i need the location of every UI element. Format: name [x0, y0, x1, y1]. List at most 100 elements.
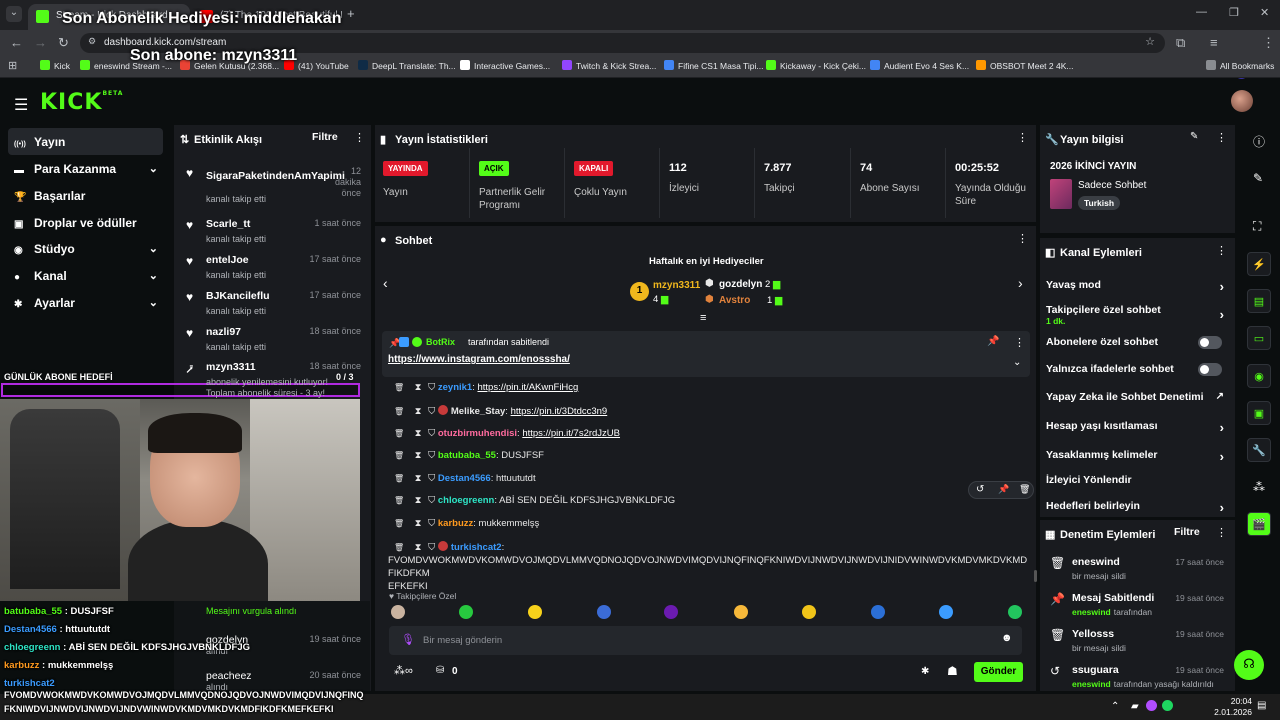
pinned-link[interactable]: https://www.instagram.com/enosssha/	[388, 354, 570, 365]
stream-info-more-icon[interactable]: ⋮	[1216, 131, 1227, 144]
stream-tag[interactable]: Turkish	[1078, 196, 1121, 210]
channel-action[interactable]: Yapay Zeka ile Sohbet Denetimi ↗	[1046, 391, 1232, 413]
stats-more-icon[interactable]: ⋮	[1017, 131, 1028, 144]
emoji-icon[interactable]: ☻	[1001, 632, 1013, 644]
back-icon[interactable]: ←	[10, 35, 23, 50]
activity-username[interactable]: SigaraPaketindenAmYapimi	[206, 170, 345, 182]
sidebar-item-3[interactable]: ▣ Droplar ve ödüller	[14, 216, 164, 238]
pinned-by-user[interactable]: BotRix	[426, 337, 455, 347]
chat-link[interactable]: https://pin.it/7s2rdJzUB	[522, 428, 620, 439]
delete-message-icon[interactable]: 🗑	[394, 429, 404, 438]
chat-input[interactable]: 🎙 Bir mesaj gönderin ☻	[389, 626, 1022, 655]
bookmark-0[interactable]: Kick	[40, 60, 70, 71]
quick-action-doc-button[interactable]: ▤	[1247, 289, 1271, 313]
channel-actions-more-icon[interactable]: ⋮	[1216, 244, 1227, 257]
tab-search-icon[interactable]: ⌄	[6, 6, 22, 22]
timeout-hourglass-icon[interactable]: ⧗	[412, 382, 424, 393]
delete-message-icon[interactable]: 🗑	[394, 474, 404, 483]
gifter-1-name[interactable]: mzyn3311	[653, 280, 700, 291]
moderator-name[interactable]: eneswind	[1072, 679, 1111, 689]
extensions-icon[interactable]: ⧉	[1176, 35, 1185, 51]
restore-icon[interactable]: ❐	[1229, 6, 1239, 19]
quick-action-video-button[interactable]: 🎬	[1247, 512, 1271, 536]
toggle-switch[interactable]	[1198, 336, 1222, 349]
mic-icon[interactable]: 🎙	[401, 633, 415, 646]
chat-username[interactable]: batubaba_55	[438, 450, 496, 461]
quick-action-bolt-button[interactable]: ⚡	[1247, 252, 1271, 276]
activity-username[interactable]: Scarle_tt	[206, 218, 250, 230]
bookmark-5[interactable]: Interactive Games...	[460, 60, 550, 71]
moderation-title[interactable]: eneswind	[1072, 556, 1120, 568]
support-chat-button[interactable]: ☊	[1234, 650, 1264, 680]
timeout-icon[interactable]: ↺	[976, 484, 984, 495]
chat-link[interactable]: https://pin.it/AKwnFiHcg	[477, 382, 578, 393]
sidebar-item-6[interactable]: ✱ Ayarlar ⌄	[14, 296, 164, 318]
emote-icon[interactable]	[528, 605, 542, 619]
emote-icon[interactable]	[597, 605, 611, 619]
bookmark-7[interactable]: Fifine CS1 Masa Tipi...	[664, 60, 764, 71]
bookmark-4[interactable]: DeepL Translate: Th...	[358, 60, 456, 71]
timeout-hourglass-icon[interactable]: ⧗	[412, 542, 424, 553]
all-bookmarks-button[interactable]: All Bookmarks	[1206, 60, 1274, 71]
extensions-dots-icon[interactable]: ⁂	[1253, 480, 1265, 494]
forward-icon[interactable]: →	[34, 35, 47, 50]
sidebar-item-1[interactable]: ▬ Para Kazanma ⌄	[14, 162, 164, 184]
emote-icon[interactable]	[802, 605, 816, 619]
emote-icon[interactable]	[939, 605, 953, 619]
browser-menu-icon[interactable]: ⋮	[1262, 35, 1275, 51]
channel-action[interactable]: Takipçilere özel sohbet 1 dk. ›	[1046, 304, 1232, 326]
kick-logo[interactable]: KICKBETA	[40, 90, 123, 115]
channel-action[interactable]: Hesap yaşı kısıtlaması ›	[1046, 420, 1232, 442]
activity-username[interactable]: entelJoe	[206, 254, 249, 266]
channel-action[interactable]: Yasaklanmış kelimeler ›	[1046, 449, 1232, 471]
minimize-icon[interactable]: —	[1196, 6, 1207, 18]
quick-action-broadcast-button[interactable]: ◉	[1247, 364, 1271, 388]
chat-username[interactable]: Destan4566	[438, 473, 491, 484]
pin-message-icon[interactable]: 📌	[998, 484, 1009, 495]
channel-action[interactable]: Yalnızca ifadelerle sohbet	[1046, 363, 1232, 385]
stream-category[interactable]: Sadece Sohbet	[1078, 180, 1146, 191]
chat-link[interactable]: https://pin.it/3Dtdcc3n9	[511, 406, 608, 417]
edit-stream-icon[interactable]: ✎	[1190, 131, 1198, 142]
tray-folder-icon[interactable]: ▰	[1131, 701, 1139, 712]
moderation-more-icon[interactable]: ⋮	[1216, 526, 1227, 539]
chat-game-icon[interactable]: ☗	[947, 664, 958, 678]
pencil-icon[interactable]: ✎	[1253, 171, 1263, 185]
delete-message-icon[interactable]: 🗑	[394, 519, 404, 528]
reading-list-icon[interactable]: ≡	[1210, 35, 1218, 50]
spotify-icon[interactable]	[1162, 700, 1173, 711]
bookmark-8[interactable]: Kickaway - Kick Çeki...	[766, 60, 866, 71]
bookmark-6[interactable]: Twitch & Kick Strea...	[562, 60, 656, 71]
tray-app-icon[interactable]	[1146, 700, 1157, 711]
moderator-name[interactable]: eneswind	[1072, 607, 1111, 617]
chat-more-icon[interactable]: ⋮	[1017, 232, 1028, 245]
activity-filter-button[interactable]: Filtre	[312, 131, 338, 143]
channel-action[interactable]: Hedefleri belirleyin ›	[1046, 500, 1232, 522]
delete-message-icon[interactable]: 🗑	[394, 407, 404, 416]
timeout-hourglass-icon[interactable]: ⧗	[412, 450, 424, 461]
bookmark-9[interactable]: Audient Evo 4 Ses K...	[870, 60, 969, 71]
expand-pinned-icon[interactable]: ⌄	[1013, 357, 1021, 368]
chat-username[interactable]: chloegreenn	[438, 495, 495, 506]
close-window-icon[interactable]: ✕	[1260, 6, 1269, 19]
info-icon[interactable]: ⓘ	[1253, 133, 1265, 150]
site-info-icon[interactable]: ⚙	[88, 36, 96, 47]
delete-message-icon[interactable]: 🗑	[394, 451, 404, 460]
timeout-hourglass-icon[interactable]: ⧗	[412, 495, 424, 506]
gifters-next-icon[interactable]: ›	[1018, 275, 1023, 291]
chat-username[interactable]: karbuzz	[438, 518, 473, 529]
sidebar-item-5[interactable]: ● Kanal ⌄	[14, 269, 164, 291]
quick-action-clip-button[interactable]: ▣	[1247, 401, 1271, 425]
emote-icon[interactable]	[391, 605, 405, 619]
hamburger-menu-icon[interactable]: ☰	[14, 95, 28, 115]
moderation-title[interactable]: Mesaj Sabitlendi	[1072, 592, 1154, 604]
sidebar-item-0[interactable]: ((•)) Yayın	[14, 135, 164, 157]
emote-icon[interactable]	[664, 605, 678, 619]
activity-username[interactable]: BJKancileflu	[206, 290, 270, 302]
sidebar-item-2[interactable]: 🏆 Başarılar	[14, 189, 164, 211]
emote-icon[interactable]	[459, 605, 473, 619]
bookmark-10[interactable]: OBSBOT Meet 2 4K...	[976, 60, 1073, 71]
emote-icon[interactable]	[1008, 605, 1022, 619]
channel-action[interactable]: Abonelere özel sohbet	[1046, 336, 1232, 358]
user-avatar[interactable]	[1231, 90, 1253, 112]
